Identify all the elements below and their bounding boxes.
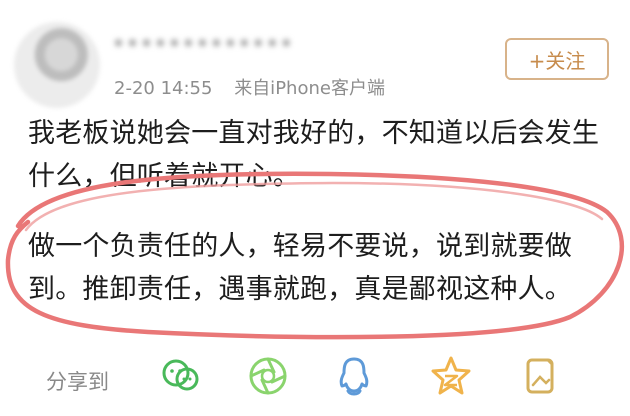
post-meta: 2-20 14:55 来自iPhone客户端 (114, 74, 385, 99)
qzone-icon[interactable] (427, 352, 475, 400)
save-image-icon[interactable] (516, 352, 564, 400)
share-label: 分享到 (46, 370, 109, 394)
follow-button[interactable]: +关注 (505, 38, 609, 80)
avatar[interactable] (14, 22, 100, 108)
post-source: 来自iPhone客户端 (234, 78, 385, 99)
qq-icon[interactable] (330, 352, 378, 400)
post-text-2: 做一个负责任的人，轻易不要说，说到就要做到。推卸责任，遇事就跑，真是鄙视这种人。 (28, 231, 572, 305)
share-bar: 分享到 (0, 350, 630, 402)
moments-icon[interactable] (244, 352, 292, 400)
post-time: 2-20 14:55 (114, 78, 213, 99)
weibo-post: ••••••••••••• 2-20 14:55 来自iPhone客户端 +关注… (0, 0, 630, 416)
post-text-1: 我老板说她会一直对我好的，不知道以后会发生什么，但听着就开心。 (28, 118, 600, 192)
username[interactable]: ••••••••••••• (112, 30, 302, 60)
wechat-icon[interactable] (157, 352, 205, 400)
